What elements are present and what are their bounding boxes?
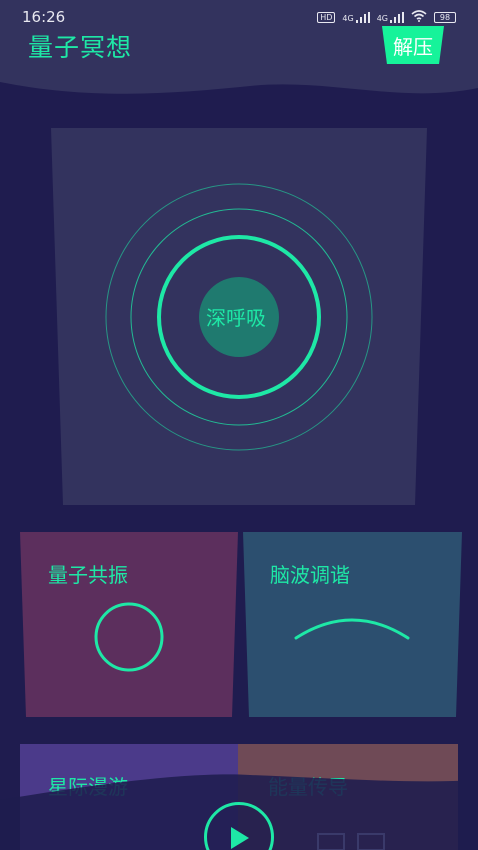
tile-label-brainwave-tuning: 脑波调谐 bbox=[270, 563, 350, 587]
signal-4g-icon: 4G bbox=[376, 11, 404, 23]
content-layer bbox=[20, 128, 462, 850]
tile-label-interstellar-roaming: 星际漫游 bbox=[48, 775, 128, 799]
wifi-icon bbox=[411, 9, 427, 25]
tile-label-quantum-resonance: 量子共振 bbox=[48, 563, 128, 587]
network-type-label: 4G bbox=[376, 13, 388, 23]
breath-label: 深呼吸 bbox=[206, 306, 266, 330]
status-time: 16:26 bbox=[22, 8, 66, 26]
signal-4g-icon: 4G bbox=[342, 11, 370, 23]
status-icons: HD 4G 4G 98 bbox=[317, 9, 456, 25]
play-icon bbox=[231, 827, 249, 849]
tile-label-energy-conduction: 能量传导 bbox=[268, 775, 348, 799]
network-type-label: 4G bbox=[342, 13, 354, 23]
battery-icon: 98 bbox=[434, 11, 456, 23]
status-bar: 16:26 HD 4G 4G 98 bbox=[0, 0, 478, 34]
hd-icon: HD bbox=[317, 11, 336, 23]
